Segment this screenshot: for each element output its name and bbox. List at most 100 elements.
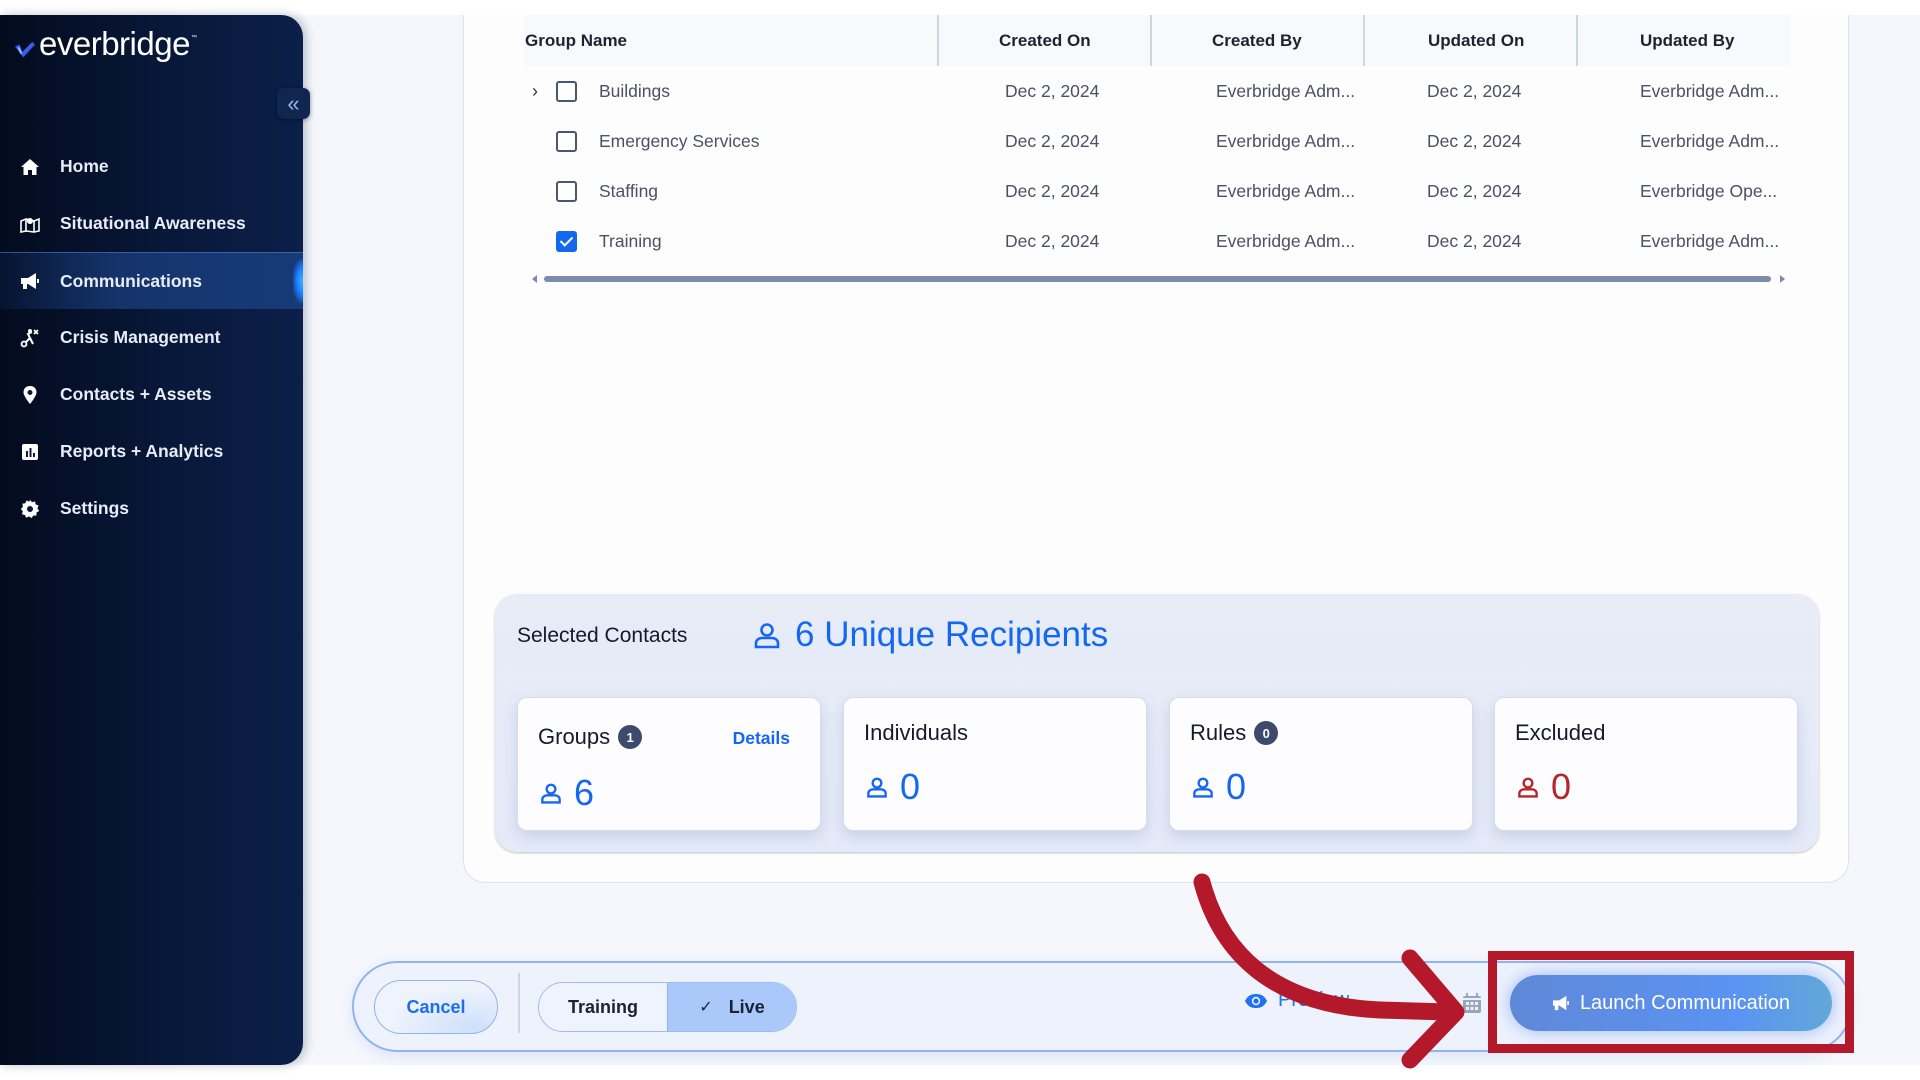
card-title-text: Individuals [864,720,968,745]
individuals-card-title: Individuals [864,720,968,746]
sidebar-item-label: Communications [60,270,202,291]
cell-created-by: Everbridge Adm... [1216,230,1356,251]
megaphone-icon [1552,995,1569,1011]
sidebar-item-crisis-management[interactable]: Crisis Management [0,309,303,366]
row-checkbox[interactable] [556,81,577,102]
sidebar-item-communications[interactable]: Communications [0,252,303,309]
cell-created-on: Dec 2, 2024 [1005,230,1100,251]
gear-icon [20,499,40,519]
sidebar-item-reports-analytics[interactable]: Reports + Analytics [0,423,303,480]
unique-recipients-text: 6 Unique Recipients [795,615,1109,654]
sidebar-item-settings[interactable]: Settings [0,480,303,537]
cell-updated-on: Dec 2, 2024 [1427,80,1522,101]
sidebar-item-home[interactable]: Home [0,138,303,195]
column-header-created-on[interactable]: Created On [999,15,1091,66]
individuals-card: Individuals 0 [843,697,1147,831]
groups-table: Group Name Created On Created By Updated… [524,15,1790,283]
sidebar-nav: Home Situational Awareness Communication… [0,138,303,537]
cell-updated-on: Dec 2, 2024 [1427,130,1522,151]
groups-details-link[interactable]: Details [733,728,790,749]
mode-live-option[interactable]: ✓ Live [667,983,796,1031]
column-header-group-name[interactable]: Group Name [525,15,627,66]
card-value: 6 [574,772,595,813]
mode-toggle: Training ✓ Live [538,982,797,1032]
person-icon [754,623,780,649]
scrollbar-thumb[interactable] [544,276,1771,282]
table-row[interactable]: Training Dec 2, 2024 Everbridge Adm... D… [524,216,1790,266]
table-row[interactable]: Staffing Dec 2, 2024 Everbridge Adm... D… [524,166,1790,216]
card-value: 0 [1551,766,1572,807]
rules-count: 0 [1192,766,1246,808]
person-icon [867,777,887,798]
column-header-created-by[interactable]: Created By [1212,15,1302,66]
count-badge: 0 [1254,721,1279,745]
scroll-left-arrow-icon[interactable] [532,275,537,283]
cell-updated-by: Everbridge Ope... [1640,180,1778,201]
column-divider[interactable] [1363,15,1365,66]
location-pin-icon [20,385,40,405]
unique-recipients: 6 Unique Recipients [753,615,1108,655]
chevrons-left-icon: « [287,90,300,116]
logo-trademark: ™ [190,35,197,41]
sidebar: everbridge ™ « Home Situational Awarenes… [0,15,310,1065]
column-divider[interactable] [1576,15,1578,66]
groups-count: 6 [540,772,594,814]
calendar-icon[interactable] [1462,992,1482,1019]
divider [518,973,520,1033]
table-row[interactable]: Emergency Services Dec 2, 2024 Everbridg… [524,116,1790,166]
cell-created-on: Dec 2, 2024 [1005,80,1100,101]
cell-updated-by: Everbridge Adm... [1640,130,1780,151]
column-header-updated-on[interactable]: Updated On [1428,15,1524,66]
cell-group-name: Buildings [599,80,671,101]
mode-option-label: Live [728,996,765,1017]
excluded-card-title: Excluded [1515,720,1606,746]
person-icon [1193,777,1213,798]
row-checkbox[interactable] [556,131,577,152]
cell-group-name: Training [599,230,662,251]
excluded-card: Excluded 0 [1494,697,1798,831]
cell-updated-by: Everbridge Adm... [1640,80,1780,101]
sidebar-item-contacts-assets[interactable]: Contacts + Assets [0,366,303,423]
mode-training-option[interactable]: Training [539,983,667,1031]
crisis-icon [20,328,40,348]
selected-contacts-title: Selected Contacts [517,624,688,647]
action-bar: Cancel Training ✓ Live Preview Launch Co… [352,961,1852,1052]
individuals-count: 0 [866,766,920,808]
chevron-right-icon[interactable]: › [532,66,538,116]
megaphone-icon [20,271,40,291]
cancel-button[interactable]: Cancel [374,980,498,1034]
card-title-text: Excluded [1515,720,1606,745]
cell-updated-by: Everbridge Adm... [1640,230,1780,251]
logo-text: everbridge [39,25,190,62]
rules-card: Rules 0 0 [1169,697,1473,831]
cell-updated-on: Dec 2, 2024 [1427,180,1522,201]
rules-card-title: Rules 0 [1190,720,1279,746]
scroll-right-arrow-icon[interactable] [1780,275,1785,283]
row-checkbox-checked[interactable] [556,231,577,252]
collapse-sidebar-button[interactable]: « [277,88,310,119]
cell-group-name: Emergency Services [599,130,760,151]
mode-option-label: Training [567,996,638,1017]
cell-created-by: Everbridge Adm... [1216,180,1356,201]
column-divider[interactable] [1150,15,1152,66]
column-header-updated-by[interactable]: Updated By [1640,15,1734,66]
sidebar-item-situational-awareness[interactable]: Situational Awareness [0,195,303,252]
card-value: 0 [900,766,921,807]
groups-card: Groups 1 Details 6 [517,697,821,831]
sidebar-item-label: Settings [60,498,130,518]
selected-contacts-panel: Selected Contacts 6 Unique Recipients Gr… [495,594,1819,852]
horizontal-scrollbar[interactable] [532,274,1785,284]
sidebar-item-label: Reports + Analytics [60,441,224,461]
row-checkbox[interactable] [556,181,577,202]
column-divider[interactable] [937,15,939,66]
sidebar-item-label: Crisis Management [60,327,221,347]
launch-communication-button[interactable]: Launch Communication [1510,975,1832,1031]
preview-label: Preview [1278,989,1350,1011]
count-badge: 1 [618,725,643,749]
preview-button[interactable]: Preview [1244,989,1349,1012]
cell-created-by: Everbridge Adm... [1216,80,1356,101]
person-icon [1518,777,1538,798]
everbridge-logo[interactable]: everbridge ™ [12,27,197,61]
table-row[interactable]: › Buildings Dec 2, 2024 Everbridge Adm..… [524,66,1790,116]
card-title-text: Rules [1190,720,1247,745]
